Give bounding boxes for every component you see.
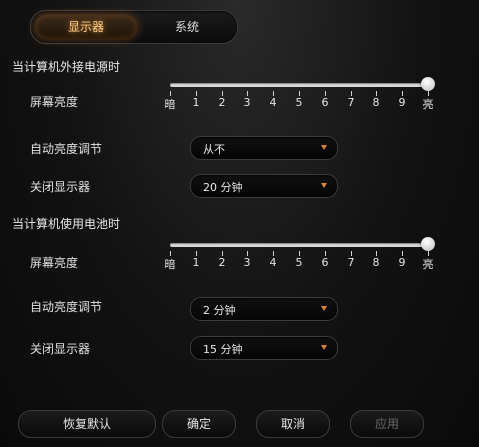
slider-tick-label: 5 — [295, 96, 303, 109]
slider-track — [170, 243, 428, 247]
slider-tick-label: 4 — [269, 256, 277, 269]
slider-tick-label: 2 — [218, 96, 226, 109]
auto-brightness-select-on-battery[interactable]: 2 分钟 — [190, 297, 338, 321]
ok-button[interactable]: 确定 — [162, 410, 236, 438]
slider-tick-label: 3 — [243, 256, 251, 269]
slider-thumb[interactable] — [421, 237, 435, 251]
brightness-slider-plugged-in[interactable]: 暗 1 2 3 4 5 6 7 8 9 亮 — [165, 77, 435, 111]
display-off-label-on-battery: 关闭显示器 — [30, 342, 91, 356]
slider-track — [170, 83, 428, 87]
slider-tick-label: 3 — [243, 96, 251, 109]
slider-tick-label: 1 — [192, 256, 200, 269]
cancel-button[interactable]: 取消 — [256, 410, 330, 438]
slider-tick-label: 8 — [372, 256, 380, 269]
select-value: 20 分钟 — [203, 181, 243, 194]
slider-thumb[interactable] — [421, 77, 435, 91]
brightness-label-plugged-in: 屏幕亮度 — [30, 95, 79, 109]
apply-button[interactable]: 应用 — [350, 410, 424, 438]
tab-bar: 显示器 系统 — [30, 10, 238, 44]
display-off-label-plugged-in: 关闭显示器 — [30, 180, 91, 194]
slider-tick-label: 亮 — [422, 98, 434, 111]
display-off-select-plugged-in[interactable]: 20 分钟 — [190, 174, 338, 198]
dropdown-arrow-icon — [321, 345, 327, 350]
select-value: 从不 — [203, 143, 225, 156]
slider-tick-label: 亮 — [422, 258, 434, 271]
slider-tick-label: 6 — [321, 96, 329, 109]
dropdown-arrow-icon — [321, 306, 327, 311]
slider-tick-label: 7 — [347, 96, 355, 109]
slider-tick-label: 2 — [218, 256, 226, 269]
tab-system[interactable]: 系统 — [137, 15, 237, 39]
slider-tick-label: 9 — [398, 256, 406, 269]
slider-tick-label: 4 — [269, 96, 277, 109]
slider-tick-label: 6 — [321, 256, 329, 269]
select-value: 2 分钟 — [203, 304, 236, 317]
display-off-select-on-battery[interactable]: 15 分钟 — [190, 336, 338, 360]
dropdown-arrow-icon — [321, 183, 327, 188]
auto-brightness-select-plugged-in[interactable]: 从不 — [190, 136, 338, 160]
slider-tick-label: 暗 — [164, 98, 176, 111]
slider-tick-label: 7 — [347, 256, 355, 269]
dropdown-arrow-icon — [321, 145, 327, 150]
section-title-plugged-in: 当计算机外接电源时 — [12, 60, 121, 74]
select-value: 15 分钟 — [203, 343, 243, 356]
brightness-label-on-battery: 屏幕亮度 — [30, 256, 79, 270]
slider-tick-label: 1 — [192, 96, 200, 109]
slider-tick-label: 暗 — [164, 258, 176, 271]
slider-tick-label: 8 — [372, 96, 380, 109]
slider-tick-label: 9 — [398, 96, 406, 109]
tab-display[interactable]: 显示器 — [35, 15, 137, 39]
brightness-slider-on-battery[interactable]: 暗 1 2 3 4 5 6 7 8 9 亮 — [165, 237, 435, 271]
section-title-on-battery: 当计算机使用电池时 — [12, 217, 121, 231]
restore-default-button[interactable]: 恢复默认 — [18, 410, 156, 438]
auto-brightness-label-plugged-in: 自动亮度调节 — [30, 142, 103, 156]
slider-tick-label: 5 — [295, 256, 303, 269]
auto-brightness-label-on-battery: 自动亮度调节 — [30, 300, 103, 314]
